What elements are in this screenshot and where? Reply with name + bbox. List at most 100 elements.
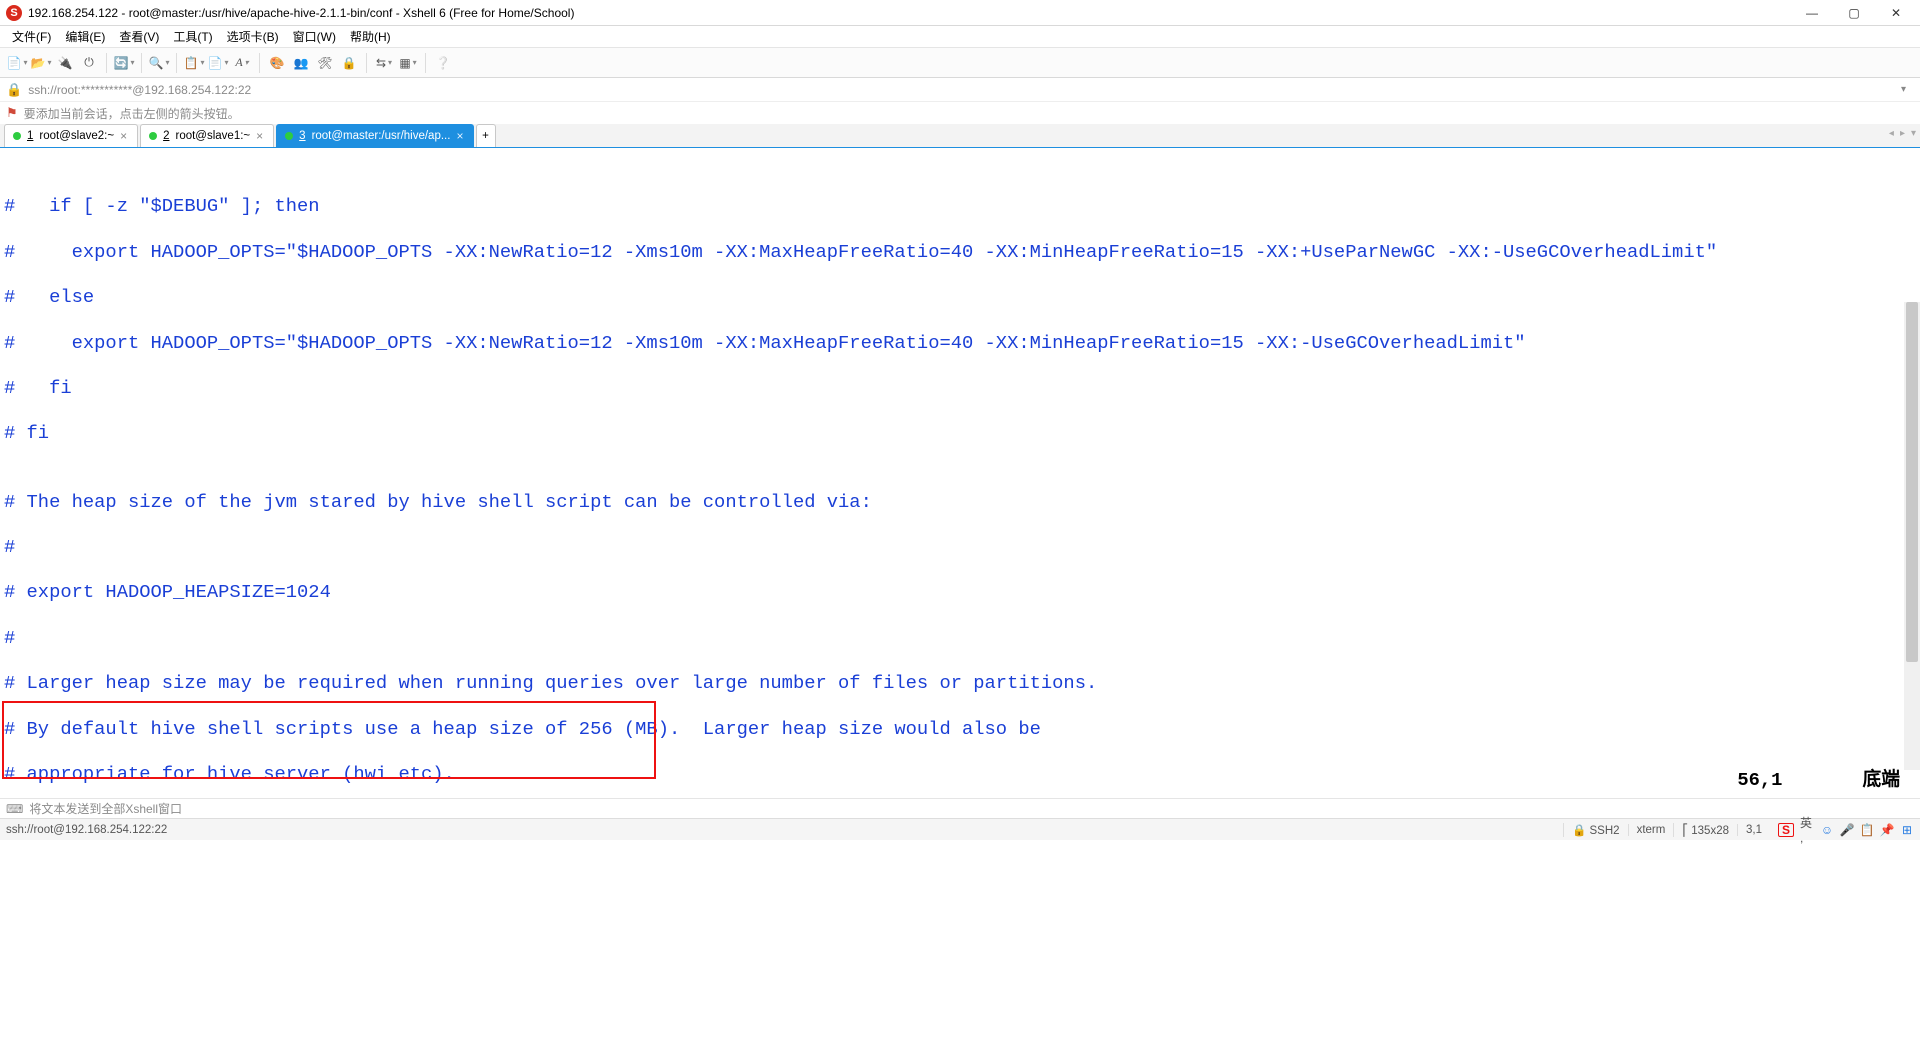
toolbar-separator — [141, 53, 142, 73]
vim-mode: 底端 — [1862, 769, 1900, 791]
tab-close-button[interactable]: × — [456, 129, 463, 143]
tab-label: root@master:/usr/hive/ap... — [312, 130, 451, 142]
window-title: 192.168.254.122 - root@master:/usr/hive/… — [28, 6, 1798, 20]
menu-tools[interactable]: 工具(T) — [167, 26, 218, 47]
term-line: # if [ -z "$DEBUG" ]; then — [4, 195, 1916, 218]
term-line: # else — [4, 286, 1916, 309]
menu-file[interactable]: 文件(F) — [6, 26, 57, 47]
layout-button[interactable]: ▦ — [397, 52, 419, 74]
hint-text: 要添加当前会话，点击左侧的箭头按钮。 — [24, 105, 240, 122]
term-line: # export HADOOP_HEAPSIZE=1024 — [4, 581, 1916, 604]
hint-bar: ⚑ 要添加当前会话，点击左侧的箭头按钮。 — [0, 102, 1920, 124]
tab-scroll-right-icon[interactable]: ▸ — [1900, 128, 1905, 139]
status-dot-icon — [285, 132, 293, 140]
font-button[interactable]: A — [231, 52, 253, 74]
toolbar-separator — [425, 53, 426, 73]
term-line: # The heap size of the jvm stared by hiv… — [4, 491, 1916, 514]
lock-icon: 🔒 — [6, 82, 22, 98]
open-session-button[interactable]: 📂 — [30, 52, 52, 74]
status-size: ⎡ 135x28 — [1673, 823, 1737, 837]
new-session-button[interactable]: 📄 — [6, 52, 28, 74]
transfer-button[interactable]: ⇆ — [373, 52, 395, 74]
tab-slave2[interactable]: 1 root@slave2:~ × — [4, 124, 138, 147]
window-maximize-button[interactable]: ▢ — [1840, 6, 1868, 20]
menu-help[interactable]: 帮助(H) — [344, 26, 397, 47]
status-dot-icon — [13, 132, 21, 140]
tab-list-icon[interactable]: ▾ — [1911, 128, 1916, 139]
paste-button[interactable]: 📄 — [207, 52, 229, 74]
term-line: # export HADOOP_OPTS="$HADOOP_OPTS -XX:N… — [4, 241, 1916, 264]
menubar: 文件(F) 编辑(E) 查看(V) 工具(T) 选项卡(B) 窗口(W) 帮助(… — [0, 26, 1920, 48]
toolbar-separator — [176, 53, 177, 73]
tab-close-button[interactable]: × — [256, 129, 263, 143]
term-line: # export HADOOP_OPTS="$HADOOP_OPTS -XX:N… — [4, 332, 1916, 355]
flag-icon[interactable]: ⚑ — [6, 105, 18, 121]
term-line: # fi — [4, 422, 1916, 445]
tab-number: 3 — [299, 130, 305, 142]
lock-button[interactable]: 🔒 — [338, 52, 360, 74]
tab-master[interactable]: 3 root@master:/usr/hive/ap... × — [276, 124, 474, 147]
term-line: # — [4, 627, 1916, 650]
keyboard-icon: ⌨ — [6, 802, 23, 816]
clipboard-icon[interactable]: 📋 — [1860, 823, 1874, 837]
term-line: # fi — [4, 377, 1916, 400]
scrollbar[interactable] — [1904, 302, 1920, 770]
toolbar-separator — [259, 53, 260, 73]
reconnect-button[interactable]: 🔄 — [113, 52, 135, 74]
search-button[interactable]: 🔍 — [148, 52, 170, 74]
term-line: # appropriate for hive server (hwi etc). — [4, 763, 1916, 786]
status-termtype: xterm — [1628, 824, 1674, 836]
lock-icon: 🔒 — [1572, 825, 1586, 837]
menu-window[interactable]: 窗口(W) — [287, 26, 342, 47]
tab-close-button[interactable]: × — [120, 129, 127, 143]
color-scheme-button[interactable]: 🎨 — [266, 52, 288, 74]
address-dropdown-icon[interactable]: ▾ — [1893, 84, 1914, 95]
ime-lang-icon[interactable]: 英 , — [1800, 823, 1814, 837]
toolbar: 📄 📂 🔌 ⏻ 🔄 🔍 📋 📄 A 🎨 👥 🛠 🔒 ⇆ ▦ ❔ — [0, 48, 1920, 78]
ime-sogou-icon[interactable]: S — [1778, 823, 1794, 837]
help-button[interactable]: ❔ — [432, 52, 454, 74]
term-line: # — [4, 536, 1916, 559]
menu-tabs[interactable]: 选项卡(B) — [221, 26, 285, 47]
tab-add-button[interactable]: + — [476, 124, 496, 147]
term-line: # By default hive shell scripts use a he… — [4, 718, 1916, 741]
window-titlebar: S 192.168.254.122 - root@master:/usr/hiv… — [0, 0, 1920, 26]
emoji-icon[interactable]: ☺ — [1820, 823, 1834, 837]
disconnect-button[interactable]: ⏻ — [78, 52, 100, 74]
tab-label: root@slave1:~ — [175, 130, 250, 142]
window-minimize-button[interactable]: — — [1798, 6, 1826, 20]
toolbar-separator — [366, 53, 367, 73]
users-button[interactable]: 👥 — [290, 52, 312, 74]
address-bar[interactable]: 🔒 ssh://root:***********@192.168.254.122… — [0, 78, 1920, 102]
properties-button[interactable]: 🛠 — [314, 52, 336, 74]
tab-scroll-left-icon[interactable]: ◂ — [1889, 128, 1894, 139]
tab-slave1[interactable]: 2 root@slave1:~ × — [140, 124, 274, 147]
tab-number: 1 — [27, 130, 33, 142]
app-logo-icon: S — [6, 5, 22, 21]
menu-view[interactable]: 查看(V) — [113, 26, 165, 47]
terminal-pane[interactable]: # if [ -z "$DEBUG" ]; then # export HADO… — [0, 148, 1920, 798]
scrollbar-thumb[interactable] — [1906, 302, 1918, 662]
status-caps: 3,1 — [1737, 824, 1770, 836]
toolbar-separator — [106, 53, 107, 73]
window-close-button[interactable]: ✕ — [1882, 6, 1910, 20]
vim-status: 56,1 底端 — [1737, 769, 1900, 792]
send-all-label: 将文本发送到全部Xshell窗口 — [29, 800, 182, 817]
mic-icon[interactable]: 🎤 — [1840, 823, 1854, 837]
status-dot-icon — [149, 132, 157, 140]
statusbar: ssh://root@192.168.254.122:22 🔒 SSH2 xte… — [0, 818, 1920, 840]
vim-position: 56,1 — [1737, 769, 1782, 791]
status-protocol: 🔒 SSH2 — [1563, 823, 1628, 837]
pin-icon[interactable]: 📌 — [1880, 823, 1894, 837]
term-line: # Larger heap size may be required when … — [4, 672, 1916, 695]
status-connection: ssh://root@192.168.254.122:22 — [6, 824, 1563, 836]
copy-button[interactable]: 📋 — [183, 52, 205, 74]
tab-number: 2 — [163, 130, 169, 142]
tab-label: root@slave2:~ — [39, 130, 114, 142]
grid-icon[interactable]: ⊞ — [1900, 823, 1914, 837]
connect-button[interactable]: 🔌 — [54, 52, 76, 74]
menu-edit[interactable]: 编辑(E) — [59, 26, 111, 47]
session-tabstrip: 1 root@slave2:~ × 2 root@slave1:~ × 3 ro… — [0, 124, 1920, 148]
send-all-bar[interactable]: ⌨ 将文本发送到全部Xshell窗口 — [0, 798, 1920, 818]
address-text[interactable]: ssh://root:***********@192.168.254.122:2… — [28, 83, 1893, 97]
